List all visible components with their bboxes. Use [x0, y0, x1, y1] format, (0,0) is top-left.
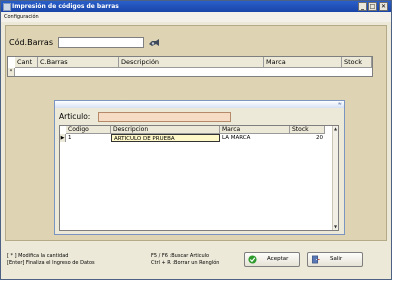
panel-header-bar: ≈: [55, 101, 344, 108]
menu-item-configuracion[interactable]: Configuración: [4, 12, 39, 22]
column-header-cbarras[interactable]: C.Barras: [38, 57, 119, 68]
article-search-input[interactable]: [98, 112, 231, 122]
scroll-down-icon[interactable]: ▼: [333, 224, 338, 230]
column-header-descripcion[interactable]: Descripción: [119, 57, 264, 68]
article-label: Articulo:: [59, 112, 91, 121]
app-icon: [3, 3, 11, 11]
barcode-input[interactable]: [58, 37, 144, 48]
column-header-marca[interactable]: Marca: [264, 57, 342, 68]
scroll-up-icon[interactable]: ▲: [333, 126, 338, 132]
collapse-icon[interactable]: ≈: [338, 101, 342, 108]
title-bar[interactable]: Impresión de códigos de barras _ □ ✕: [1, 1, 391, 12]
maximize-button[interactable]: □: [368, 2, 377, 11]
column-header-marca[interactable]: Marca: [220, 126, 290, 134]
exit-door-icon: [312, 255, 320, 264]
exit-button-label: Salir: [330, 256, 343, 262]
cell-marca[interactable]: LA MARCA: [220, 134, 290, 142]
article-grid[interactable]: Codigo Descripcion Marca Stock ▶ 1 ARTIC…: [59, 125, 339, 231]
main-window: Impresión de códigos de barras _ □ ✕ Con…: [0, 0, 392, 280]
accept-button[interactable]: Aceptar: [244, 252, 300, 267]
exit-button[interactable]: Salir: [307, 252, 363, 267]
barcode-label: Cód.Barras: [9, 38, 53, 47]
help-finish-entry: [Enter] Finaliza el Ingreso de Datos: [7, 260, 95, 266]
check-icon: [248, 255, 257, 264]
column-header-descripcion[interactable]: Descripcion: [111, 126, 220, 134]
article-search-panel: ≈ Articulo: Codigo Descripcion Marca Sto…: [54, 100, 345, 235]
column-header-cant[interactable]: Cant: [15, 57, 38, 68]
minimize-button[interactable]: _: [358, 2, 367, 11]
window-title: Impresión de códigos de barras: [12, 3, 119, 10]
help-delete-row: Ctrl + R :Borrar un Renglón: [151, 260, 220, 266]
column-header-stock[interactable]: Stock: [342, 57, 372, 68]
help-modify-quantity: [ * ] Modifica la cantidad: [7, 253, 69, 259]
column-header-codigo[interactable]: Codigo: [66, 126, 111, 134]
vertical-scrollbar[interactable]: ▲ ▼: [332, 126, 338, 230]
column-header-stock[interactable]: Stock: [290, 126, 325, 134]
help-search-article: F5 / F6 :Buscar Articulo: [151, 253, 210, 259]
accept-button-label: Aceptar: [267, 256, 289, 262]
cell-descripcion[interactable]: ARTICULO DE PRUEBA: [111, 134, 220, 142]
new-row-indicator: *: [8, 68, 15, 76]
camera-icon[interactable]: [148, 38, 160, 48]
cell-codigo[interactable]: 1: [66, 134, 111, 142]
main-grid[interactable]: Cant C.Barras Descripción Marca Stock *: [7, 56, 373, 77]
menu-bar: Configuración: [1, 12, 391, 22]
close-button[interactable]: ✕: [379, 2, 388, 11]
cell-stock[interactable]: 20: [290, 134, 325, 142]
